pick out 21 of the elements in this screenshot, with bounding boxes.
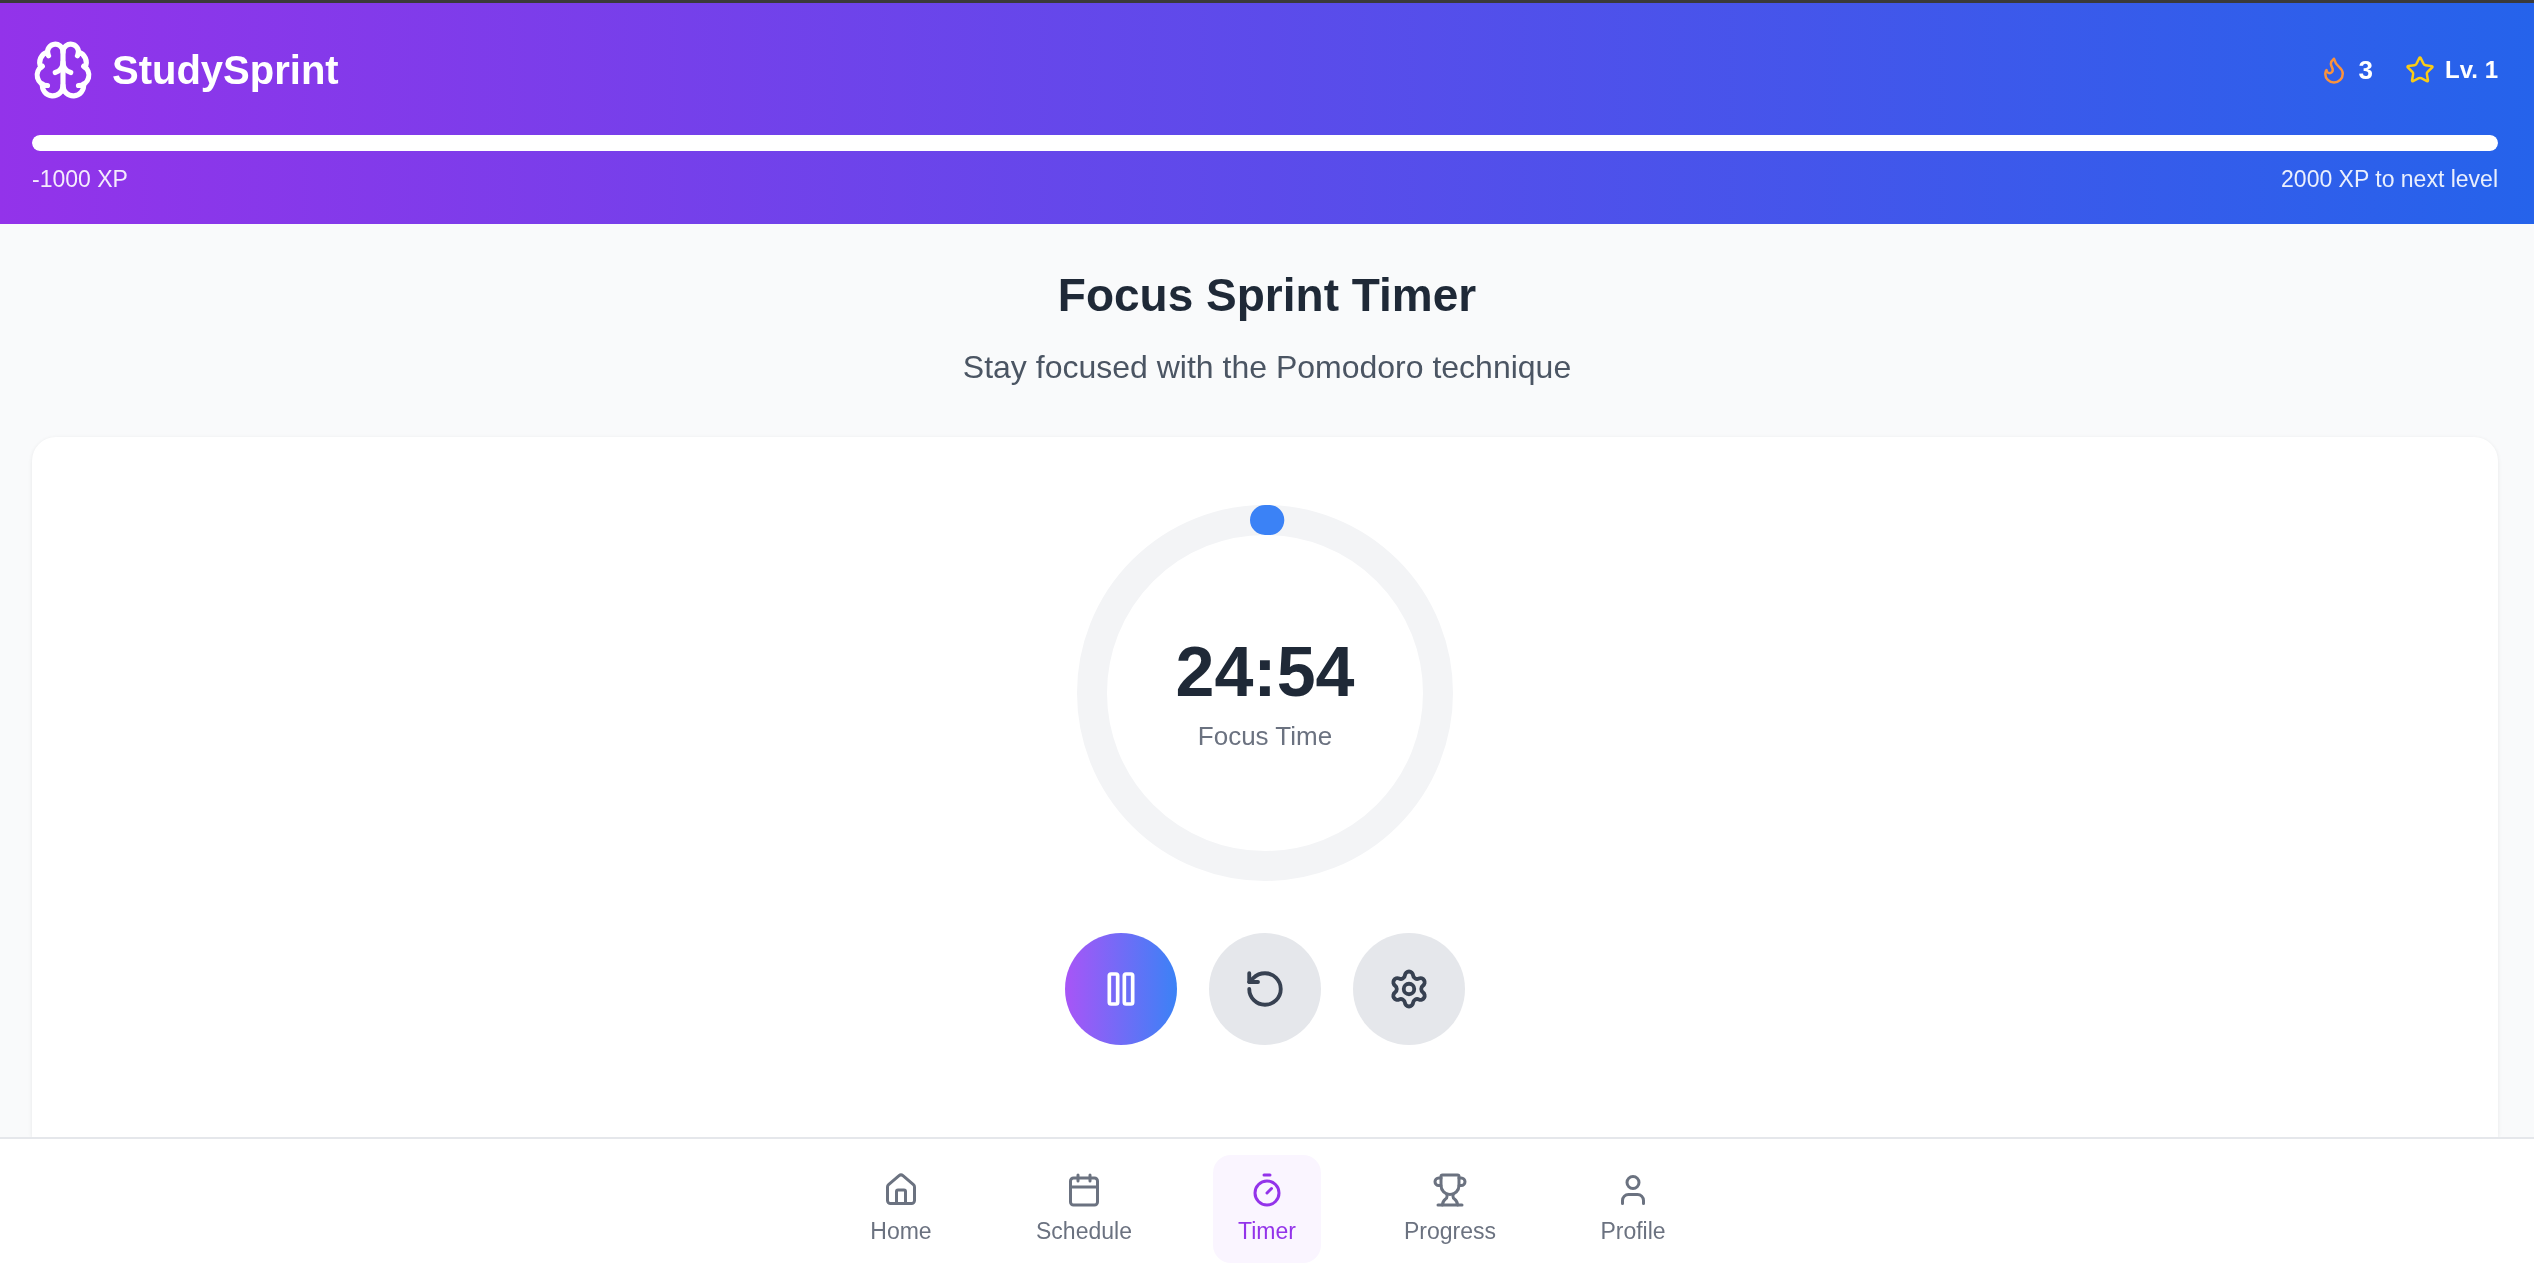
nav-tab[interactable]: Home: [847, 1155, 955, 1263]
brain-logo-icon: [32, 39, 94, 101]
calendar-icon: [1066, 1172, 1102, 1208]
nav-tab[interactable]: Schedule: [1030, 1155, 1138, 1263]
timer-mode-label: Focus Time: [1197, 720, 1333, 753]
nav-tab[interactable]: Timer: [1213, 1155, 1321, 1263]
xp-current: -1000 XP: [32, 165, 128, 194]
level-label: Lv. 1: [2445, 58, 2498, 82]
nav-tab[interactable]: Progress: [1396, 1155, 1504, 1263]
page-title: Focus Sprint Timer: [1057, 268, 1477, 323]
settings-icon: [1388, 968, 1430, 1010]
nav-tab[interactable]: Profile: [1579, 1155, 1687, 1263]
trophy-icon: [1432, 1172, 1468, 1208]
app-name: StudySprint: [112, 50, 339, 90]
star-icon: [2405, 55, 2436, 85]
reset-icon: [1244, 968, 1286, 1010]
xp-to-next-level: 2000 XP to next level: [2281, 165, 2498, 194]
timer-time: 24:54: [1175, 633, 1355, 711]
streak-count: 3: [2358, 57, 2374, 83]
page-subtitle: Stay focused with the Pomodoro technique: [962, 348, 1572, 387]
house-icon: [883, 1172, 919, 1208]
